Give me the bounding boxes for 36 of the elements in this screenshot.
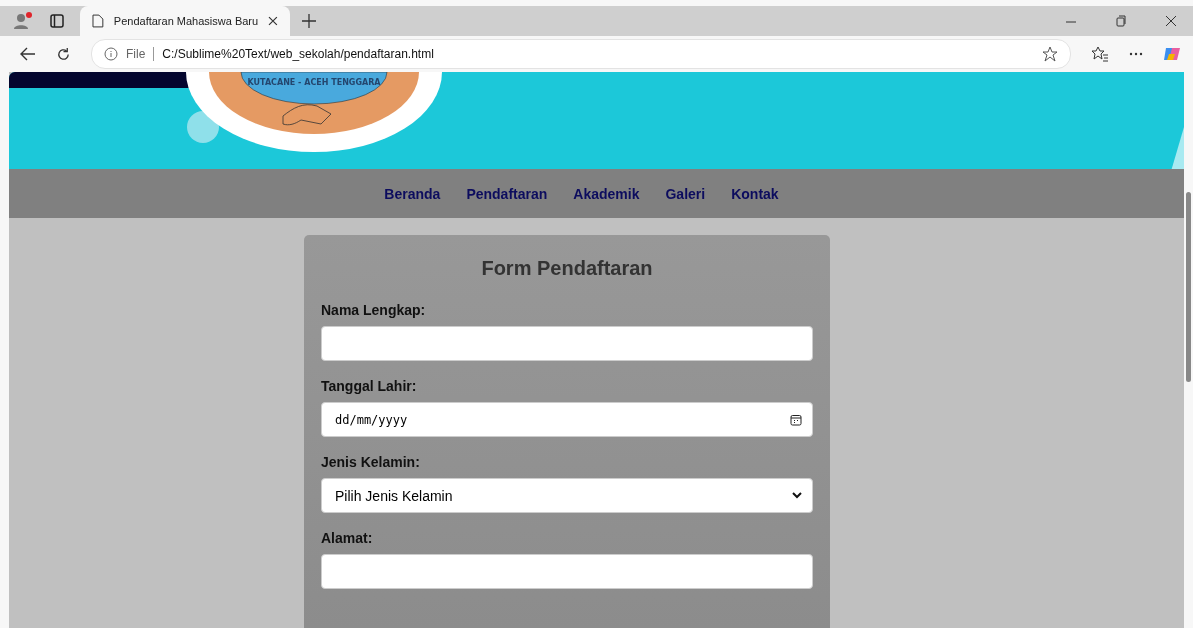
close-window-icon[interactable] [1165,15,1177,27]
address-bar[interactable]: File C:/Sublime%20Text/web_sekolah/pendaftaran.html [91,39,1071,69]
nav-link[interactable]: Kontak [731,185,779,202]
favorites-icon[interactable] [1091,46,1109,62]
info-icon [104,47,118,61]
browser-tab[interactable]: Pendaftaran Mahasiswa Baru [80,6,290,36]
nav-link[interactable]: Beranda [384,185,441,202]
date-field[interactable]: dd/mm/yyyy [321,402,813,437]
chevron-down-icon [792,492,802,499]
field-label: Jenis Kelamin: [321,454,421,470]
tab-title: Pendaftaran Mahasiswa Baru [113,15,259,27]
profile-icon[interactable] [12,11,34,31]
select-dropdown[interactable]: Pilih Jenis Kelamin [321,478,813,513]
more-icon[interactable] [1129,52,1143,56]
reload-icon[interactable] [56,46,71,62]
form-title: Form Pendaftaran [480,257,654,280]
nav-link[interactable]: Akademik [573,185,640,202]
close-icon[interactable] [268,16,278,26]
restore-icon[interactable] [1115,15,1127,27]
calendar-icon[interactable] [790,413,802,426]
copilot-icon[interactable] [1163,45,1181,63]
url-text: C:/Sublime%20Text/web_sekolah/pendaftaran.html [162,47,434,61]
star-icon[interactable] [1042,46,1058,62]
page-icon [92,14,104,28]
nav-link[interactable]: Pendaftaran [466,185,548,202]
tab-panel-icon[interactable] [50,14,64,28]
field-label: Nama Lengkap: [321,302,427,318]
field-label: Tanggal Lahir: [321,378,418,394]
text-field[interactable] [321,554,813,589]
new-tab-icon[interactable] [302,14,316,28]
text-field[interactable] [321,326,813,361]
nav-link[interactable]: Galeri [665,185,706,202]
file-label: File [126,47,146,61]
field-label: Alamat: [321,530,374,546]
date-placeholder: dd/mm/yyyy [335,412,408,427]
back-arrow-icon[interactable] [20,47,36,61]
